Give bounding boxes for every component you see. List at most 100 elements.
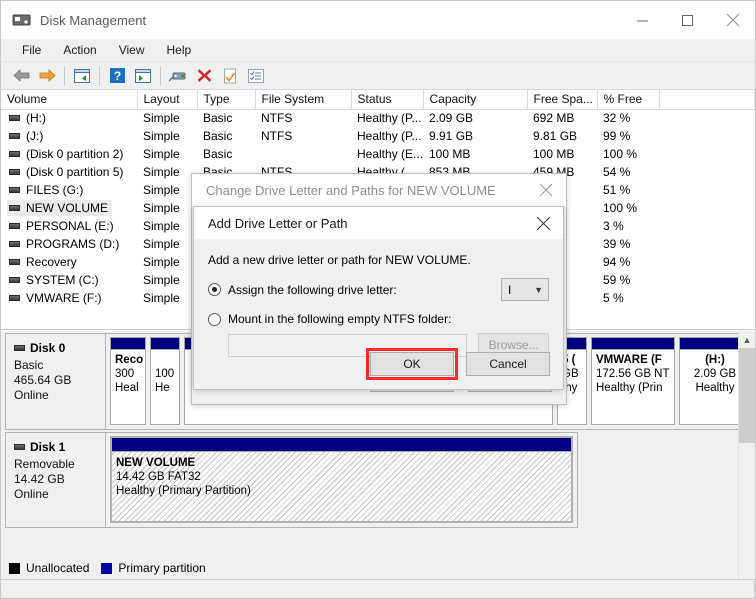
cell-volume: PROGRAMS (D:): [1, 235, 137, 253]
column-header-filesystem[interactable]: File System: [255, 90, 352, 110]
volume-icon: [9, 241, 20, 247]
volume-icon: [9, 151, 20, 157]
cell-volume: SYSTEM (C:): [1, 271, 137, 289]
cell-filler: [659, 109, 755, 127]
partition-name: Reco: [115, 354, 144, 366]
volume-table-header-row: Volume Layout Type File System Status Ca…: [1, 90, 755, 110]
scrollbar-thumb[interactable]: [739, 348, 755, 443]
cell-status: Healthy (P...: [357, 129, 422, 143]
mount-folder-radio[interactable]: [208, 312, 221, 326]
column-header-freespace[interactable]: Free Spa...: [527, 90, 598, 110]
properties-icon[interactable]: [217, 64, 243, 88]
drive-letter-value: I: [508, 282, 512, 297]
cell-layout: Simple: [143, 237, 180, 251]
delete-icon[interactable]: [191, 64, 217, 88]
back-icon[interactable]: [8, 64, 34, 88]
cell-freespace: 692 MB: [533, 111, 575, 126]
volume-icon: [9, 259, 20, 265]
cell-status: Healthy (E...: [357, 147, 423, 161]
cell-filler: [659, 127, 755, 145]
graphical-view-scrollbar[interactable]: ▲: [738, 331, 755, 598]
assign-drive-letter-radio[interactable]: [208, 283, 221, 296]
column-header-percentfree[interactable]: % Free: [597, 90, 660, 110]
partition-name: NEW VOLUME: [116, 457, 196, 469]
add-dialog-body: Add a new drive letter or path for NEW V…: [194, 239, 563, 357]
menu-view[interactable]: View: [108, 41, 156, 59]
cell-percentfree: 99 %: [603, 129, 631, 143]
cell-percentfree: 100 %: [603, 201, 638, 215]
partition-capacity-bar: [112, 438, 571, 452]
disk-icon: [14, 345, 25, 351]
menu-bar: File Action View Help: [1, 39, 755, 62]
forward-icon[interactable]: [34, 64, 60, 88]
close-icon[interactable]: [526, 175, 566, 206]
show-hide-console-tree-icon[interactable]: [69, 64, 95, 88]
column-header-type[interactable]: Type: [197, 90, 256, 110]
cell-type: Basic: [203, 147, 233, 161]
partition-recovery[interactable]: Reco 300 Heal: [110, 337, 146, 425]
column-header-capacity[interactable]: Capacity: [423, 90, 528, 110]
table-row[interactable]: (H:) Simple Basic NTFS Healthy (P... 2.09 GB 6…: [1, 109, 755, 127]
cell-capacity: 2.09 GB: [429, 111, 474, 126]
assign-drive-letter-label: Assign the following drive letter:: [228, 282, 397, 297]
cell-layout: Simple: [143, 147, 180, 161]
add-dialog-cancel-button[interactable]: Cancel: [466, 352, 550, 376]
scroll-up-arrow[interactable]: ▲: [739, 331, 755, 348]
disk-info-0: Disk 0 Basic 465.64 GB Online: [6, 334, 106, 429]
partition-capacity-bar: [111, 338, 145, 350]
partition-status: Healthy (Prin: [596, 382, 663, 394]
table-row[interactable]: (J:) Simple Basic NTFS Healthy (P... 9.91 GB 9…: [1, 127, 755, 145]
minimize-button[interactable]: [620, 2, 665, 39]
maximize-button[interactable]: [665, 2, 710, 39]
drive-letter-dropdown[interactable]: I ▼: [501, 278, 549, 301]
cell-percentfree: 3 %: [603, 219, 624, 233]
partition-new-volume[interactable]: NEW VOLUME 14.42 GB FAT32 Healthy (Prima…: [110, 436, 573, 523]
partition-efi[interactable]: 100 He: [150, 337, 180, 425]
cell-filler: [659, 217, 755, 235]
title-bar: Disk Management: [1, 1, 755, 39]
disk-row-1[interactable]: Disk 1 Removable 14.42 GB Online NEW VOL…: [5, 432, 578, 528]
status-bar: [1, 579, 755, 598]
rescan-disks-icon[interactable]: [165, 64, 191, 88]
cell-filler: [659, 181, 755, 199]
partition-capacity-bar: [151, 338, 179, 350]
cell-volume-label: NEW VOLUME: [26, 201, 109, 215]
column-header-layout[interactable]: Layout: [137, 90, 198, 110]
cell-volume-label: PROGRAMS (D:): [26, 237, 120, 251]
chevron-down-icon: ▼: [534, 284, 543, 295]
menu-action[interactable]: Action: [52, 41, 107, 59]
column-header-volume[interactable]: Volume: [1, 90, 138, 110]
partition-size: 300: [115, 368, 135, 380]
cell-volume-label: (H:): [26, 111, 46, 126]
cell-capacity: 9.91 GB: [429, 129, 474, 143]
cell-volume-label: PERSONAL (E:): [26, 219, 114, 233]
cell-layout: Simple: [143, 183, 180, 197]
volume-icon: [9, 115, 20, 122]
toolbar: ?: [1, 62, 755, 90]
mount-folder-option-row[interactable]: Mount in the following empty NTFS folder…: [208, 312, 549, 326]
cell-volume-label: (Disk 0 partition 5): [26, 165, 124, 179]
toolbar-separator: [64, 66, 65, 85]
assign-drive-letter-option-row[interactable]: Assign the following drive letter: I ▼: [208, 278, 549, 301]
close-icon[interactable]: [523, 208, 563, 239]
partition-body: NEW VOLUME 14.42 GB FAT32 Healthy (Prima…: [112, 452, 571, 521]
menu-help[interactable]: Help: [156, 41, 203, 59]
cell-volume: (Disk 0 partition 2): [1, 145, 137, 163]
close-button[interactable]: [710, 2, 755, 39]
column-header-status[interactable]: Status: [351, 90, 424, 110]
add-drive-letter-dialog[interactable]: Add Drive Letter or Path Add a new drive…: [193, 206, 564, 390]
partition-vmware-f[interactable]: VMWARE (F 172.56 GB NT Healthy (Prin: [591, 337, 675, 425]
menu-file[interactable]: File: [11, 41, 52, 59]
partition-size: 172.56 GB NT: [596, 368, 670, 380]
cell-layout: Simple: [143, 273, 180, 287]
cell-capacity: 100 MB: [429, 147, 471, 161]
partition-status: Healthy: [695, 382, 735, 394]
partition-status: He: [155, 382, 170, 394]
legend: Unallocated Primary partition: [1, 557, 755, 579]
add-dialog-ok-button[interactable]: OK: [370, 352, 454, 376]
show-hide-action-pane-icon[interactable]: [130, 64, 156, 88]
help-icon[interactable]: ?: [104, 64, 130, 88]
table-row[interactable]: (Disk 0 partition 2) Simple Basic Healthy (…: [1, 145, 755, 163]
list-view-icon[interactable]: [243, 64, 269, 88]
cell-percentfree: 59 %: [603, 273, 631, 287]
